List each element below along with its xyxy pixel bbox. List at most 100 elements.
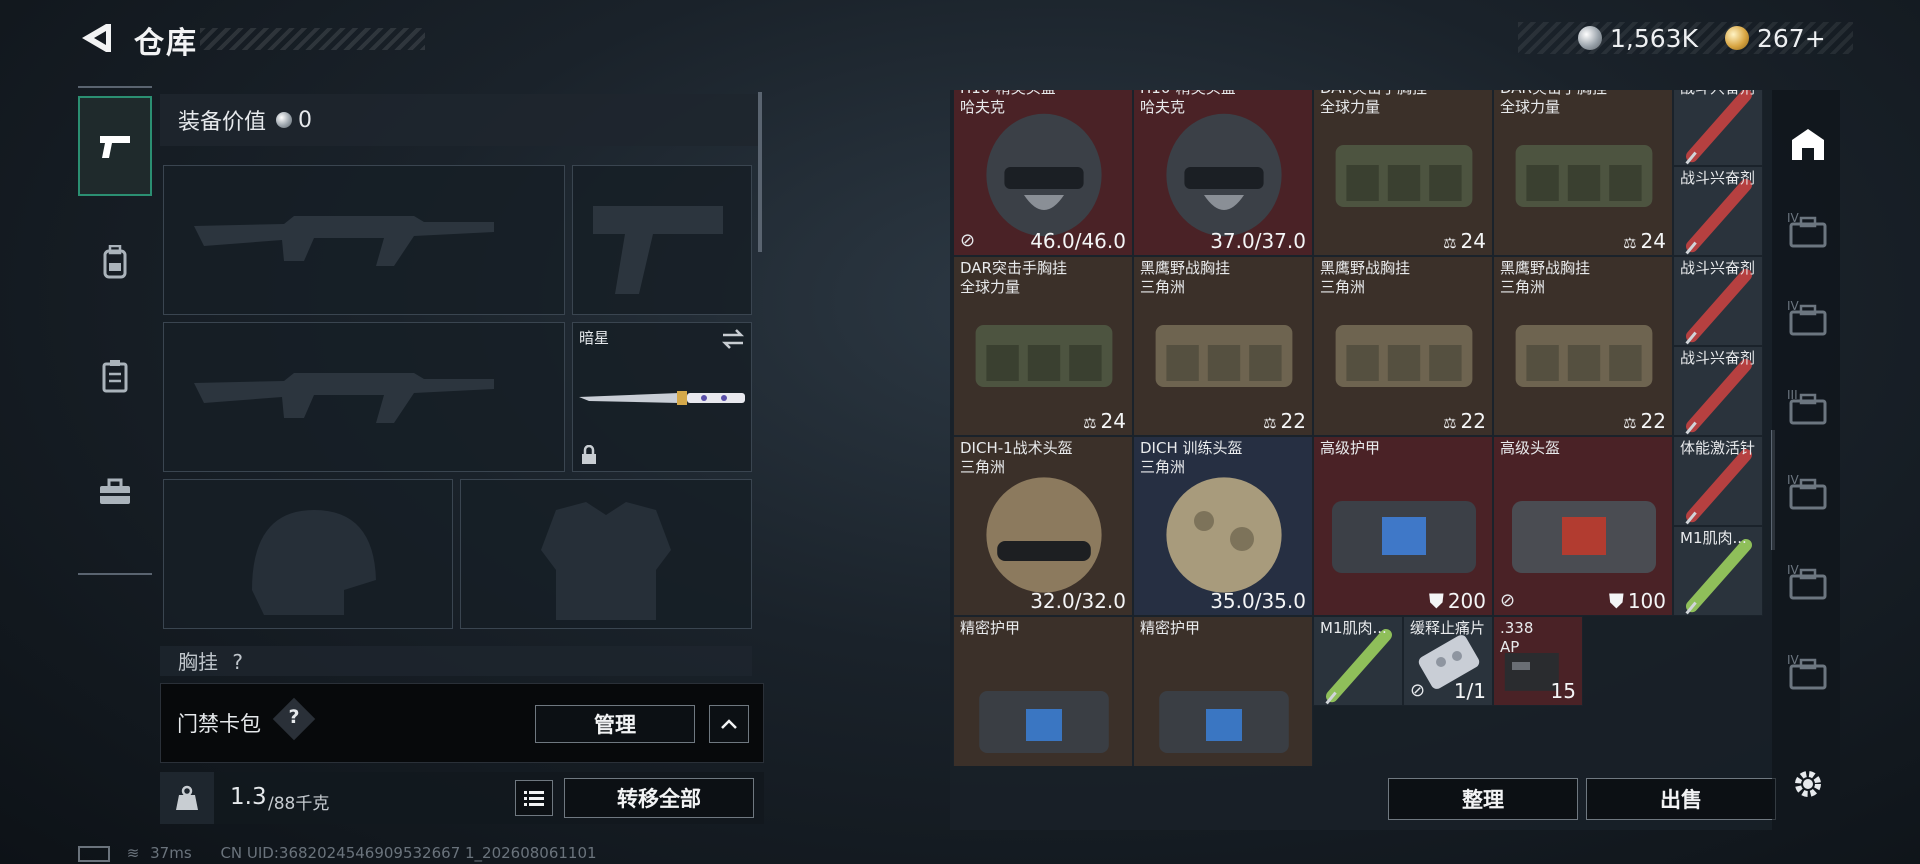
equipment-value-label: 装备价值	[178, 110, 267, 135]
rifle-silhouette-icon	[194, 373, 494, 423]
svg-text:IV: IV	[1787, 653, 1800, 667]
item-value-text: 32.0/32.0	[1030, 589, 1126, 613]
item-name: DAR突击手胸挂全球力量	[1320, 90, 1427, 117]
knife-image	[579, 391, 745, 405]
inventory-item[interactable]: 战斗兴奋剂	[1673, 346, 1763, 436]
item-subtitle: 三角洲	[1140, 458, 1186, 476]
pistol-icon	[100, 136, 130, 158]
keycard-help: ?	[288, 706, 300, 728]
inventory-item[interactable]: H10-精英头盔哈夫克 37.0/37.0	[1133, 90, 1313, 256]
item-subtitle: AP	[1500, 638, 1520, 656]
item-name: 高级护甲	[1320, 439, 1381, 457]
container-button[interactable]: IV	[1784, 296, 1832, 340]
container-button[interactable]: IV	[1784, 650, 1832, 694]
weight-icon: ⚖	[1623, 234, 1637, 252]
inventory-item[interactable]: M1肌肉...	[1673, 526, 1763, 616]
melee-slot[interactable]: 暗星	[572, 322, 752, 472]
item-value: 35.0/35.0	[1210, 589, 1306, 613]
chest-rig-label: 胸挂	[178, 650, 218, 674]
list-view-button[interactable]	[515, 780, 553, 816]
inventory-item[interactable]: 精密护甲	[1133, 616, 1313, 766]
item-subtitle: 三角洲	[960, 458, 1006, 476]
back-arrow-icon	[82, 24, 111, 52]
pistol-silhouette-icon	[593, 206, 723, 294]
item-name: 黑鹰野战胸挂 三角洲	[1320, 259, 1411, 296]
nav-backpack[interactable]	[78, 212, 152, 312]
sort-button[interactable]: 整理	[1388, 778, 1578, 820]
shield-icon: ⛊	[1428, 589, 1444, 613]
weight-icon: ⚖	[1083, 414, 1097, 432]
nav-weapons[interactable]	[78, 96, 152, 196]
inventory-item[interactable]: 黑鹰野战胸挂 三角洲 ⚖ 22	[1493, 256, 1673, 436]
no-insure-icon: ⊘	[960, 230, 976, 251]
item-name: 精密护甲	[1140, 619, 1201, 637]
armor-slot[interactable]	[460, 479, 752, 629]
inventory-item[interactable]: DAR突击手胸挂全球力量 ⚖24	[953, 256, 1133, 436]
svg-text:IV: IV	[1787, 299, 1800, 313]
gold-currency[interactable]: 267+	[1725, 22, 1826, 54]
inventory-item[interactable]: 高级护甲 ⛊ 200	[1313, 436, 1493, 616]
inventory-item[interactable]: 战斗兴奋剂	[1673, 256, 1763, 346]
back-button[interactable]	[76, 18, 116, 58]
silver-amount: 1,563K	[1610, 23, 1698, 53]
inventory-item[interactable]: 精密护甲	[953, 616, 1133, 766]
container-button[interactable]: IV	[1784, 560, 1832, 604]
inventory-item[interactable]: H10-精英头盔哈夫克 46.0/46.0 ⊘	[953, 90, 1133, 256]
secondary-weapon-slot[interactable]	[163, 322, 565, 472]
inventory-item[interactable]: 缓释止痛片 1/1 ⊘	[1403, 616, 1493, 706]
inventory-item[interactable]: DAR突击手胸挂全球力量 ⚖24	[1313, 90, 1493, 256]
nav-toolbox[interactable]	[78, 442, 152, 542]
keycard-pack-bar: 门禁卡包 ? 管理	[160, 683, 764, 763]
item-value: ⚖ 24	[1623, 229, 1666, 253]
item-image	[1159, 691, 1289, 753]
item-subtitle: 三角洲	[1140, 278, 1186, 296]
svg-text:III: III	[1787, 388, 1798, 402]
inventory-item[interactable]: DICH 训练头盔 三角洲 35.0/35.0	[1133, 436, 1313, 616]
inventory-item[interactable]: .338 AP 15	[1493, 616, 1583, 706]
pistol-slot[interactable]	[572, 165, 752, 315]
item-subtitle: 哈夫克	[1140, 98, 1186, 116]
item-name: 战斗兴奋剂	[1680, 169, 1756, 187]
no-insure-icon: ⊘	[1410, 680, 1426, 701]
manage-button[interactable]: 管理	[535, 705, 695, 743]
container-button[interactable]: IV	[1784, 470, 1832, 514]
loadout-scrollbar[interactable]	[758, 92, 762, 252]
container-iv-plus-icon: IV	[1787, 473, 1827, 510]
item-value-text: 35.0/35.0	[1210, 589, 1306, 613]
container-iii-icon: III	[1787, 388, 1827, 425]
item-value-text: 15	[1550, 679, 1576, 703]
item-name: 战斗兴奋剂	[1680, 90, 1755, 98]
inventory-item[interactable]: M1肌肉...	[1313, 616, 1403, 706]
helmet-slot[interactable]	[163, 479, 453, 629]
swap-icon[interactable]	[721, 329, 745, 349]
melee-name: 暗星	[579, 329, 610, 347]
item-name: M1肌肉...	[1680, 529, 1747, 547]
svg-text:IV: IV	[1787, 211, 1800, 225]
chest-rig-hint: ?	[232, 650, 243, 674]
settings-button[interactable]	[1784, 762, 1832, 806]
transfer-all-button[interactable]: 转移全部	[564, 778, 754, 818]
chest-rig-slot[interactable]: 胸挂 ?	[160, 646, 752, 676]
inventory-item[interactable]: DICH-1战术头盔 三角洲 32.0/32.0	[953, 436, 1133, 616]
inventory-item[interactable]: 体能激活针	[1673, 436, 1763, 526]
container-button[interactable]: III	[1784, 385, 1832, 429]
inventory-item[interactable]: 高级头盔 ⛊ 100 ⊘	[1493, 436, 1673, 616]
inventory-item[interactable]: 战斗兴奋剂	[1673, 166, 1763, 256]
silver-currency[interactable]: 1,563K	[1578, 22, 1698, 54]
nav-chest-rig[interactable]	[78, 326, 152, 426]
loadout-category-nav	[78, 86, 152, 575]
sell-button[interactable]: 出售	[1586, 778, 1776, 820]
collapse-button[interactable]	[709, 705, 749, 743]
equipment-value: 装备价值 0	[160, 94, 760, 146]
inventory-item[interactable]: 战斗兴奋剂	[1673, 90, 1763, 166]
safehouse-button[interactable]	[1784, 122, 1832, 166]
inventory-item[interactable]: DAR突击手胸挂全球力量 ⚖24	[1493, 90, 1673, 256]
inventory-item[interactable]: 黑鹰野战胸挂 三角洲 ⚖ 22	[1313, 256, 1493, 436]
primary-weapon-slot[interactable]	[163, 165, 565, 315]
inventory-item[interactable]: 黑鹰野战胸挂 三角洲 ⚖ 22	[1133, 256, 1313, 436]
armor-silhouette-icon	[541, 502, 671, 620]
container-button[interactable]: IV	[1784, 208, 1832, 252]
wifi-icon: ≋	[126, 844, 140, 862]
item-value: ⚖ 22	[1623, 409, 1666, 433]
item-value-text: 22	[1640, 409, 1666, 433]
